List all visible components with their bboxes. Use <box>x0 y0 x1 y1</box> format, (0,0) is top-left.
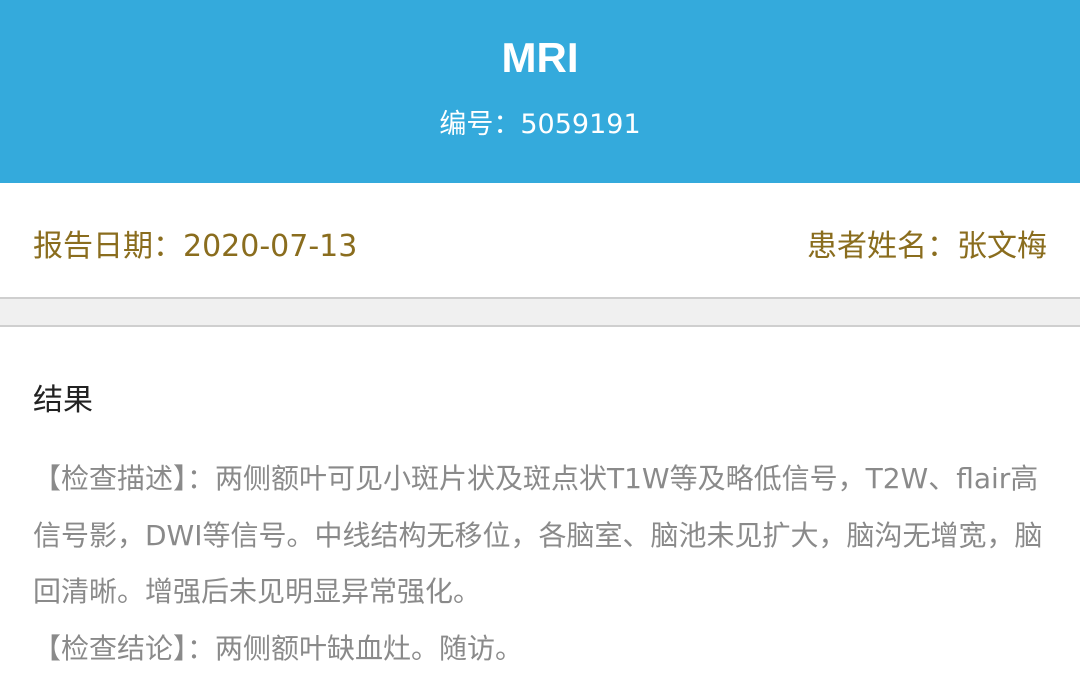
page-title: MRI <box>501 34 579 81</box>
result-title: 结果 <box>33 383 93 418</box>
report-number: 编号：5059191 <box>0 102 1080 141</box>
report-number-label: 编号： <box>439 109 521 140</box>
patient-name-label: 患者姓名： <box>807 229 957 264</box>
divider-band <box>0 299 1080 327</box>
patient-name-value: 张文梅 <box>957 229 1047 264</box>
report-info-row: 报告日期：2020-07-13 患者姓名：张文梅 <box>0 183 1080 299</box>
patient-name: 患者姓名：张文梅 <box>807 221 1047 265</box>
result-section: 结果 【检查描述】：两侧额叶可见小斑片状及斑点状T1W等及略低信号，T2W、fl… <box>0 327 1080 677</box>
result-body: 【检查描述】：两侧额叶可见小斑片状及斑点状T1W等及略低信号，T2W、flair… <box>33 451 1047 677</box>
report-number-value: 5059191 <box>520 109 641 140</box>
report-date-value: 2020-07-13 <box>183 229 358 264</box>
report-header: MRI 编号：5059191 <box>0 0 1080 183</box>
exam-conclusion: 【检查结论】：两侧额叶缺血灶。随访。 <box>33 631 524 665</box>
report-date: 报告日期：2020-07-13 <box>33 221 357 265</box>
report-date-label: 报告日期： <box>33 229 183 264</box>
exam-description: 【检查描述】：两侧额叶可见小斑片状及斑点状T1W等及略低信号，T2W、flair… <box>33 462 1043 608</box>
